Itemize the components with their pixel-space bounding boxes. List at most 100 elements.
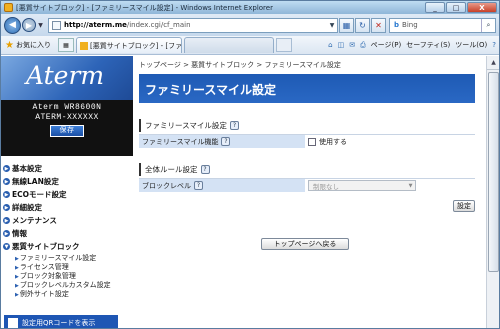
- tab-blank[interactable]: [183, 37, 274, 53]
- home-icon[interactable]: ⌂: [328, 41, 332, 49]
- sidebar-item-label: メンテナンス: [12, 216, 57, 225]
- safety-menu[interactable]: セーフティ(S): [406, 40, 450, 50]
- sidebar-item-label: 情報: [12, 229, 27, 238]
- tools-menu[interactable]: ツール(O): [455, 40, 487, 50]
- quick-tabs-icon[interactable]: ▦: [57, 38, 74, 52]
- section-title: ファミリースマイル設定 ?: [139, 119, 475, 132]
- search-placeholder: Bing: [402, 21, 418, 29]
- new-tab-button[interactable]: [275, 38, 292, 52]
- help-icon[interactable]: ?: [221, 137, 231, 146]
- help-icon[interactable]: ?: [194, 181, 203, 190]
- qr-icon: [8, 317, 18, 328]
- tab-favicon: [79, 41, 88, 50]
- sidebar-item-maintenance[interactable]: ▶ メンテナンス: [3, 214, 133, 227]
- minimize-button[interactable]: _: [425, 2, 445, 13]
- favorites-bar: ★ お気に入り ▦ [悪質サイトブロック] - [ファミリース... ⌂ ◫ ✉…: [1, 36, 499, 55]
- favorites-button[interactable]: お気に入り: [16, 40, 51, 50]
- use-checkbox[interactable]: [308, 137, 316, 146]
- title-bar: [悪質サイトブロック] - [ファミリースマイル設定] - Windows In…: [1, 1, 499, 14]
- section-title: 全体ルール設定 ?: [139, 163, 475, 176]
- submenu-label: ブロックレベルカスタム設定: [19, 281, 111, 289]
- row-label: ブロックレベル ?: [139, 179, 305, 192]
- submenu-label: 例外サイト設定: [19, 290, 69, 298]
- block-level-select[interactable]: 制限なし ▼: [308, 180, 416, 191]
- submenu-item-license[interactable]: ▶ライセンス管理: [3, 262, 133, 271]
- stop-button[interactable]: ✕: [371, 17, 386, 33]
- vertical-scrollbar[interactable]: ▲: [486, 56, 499, 328]
- forward-button[interactable]: ▶: [22, 18, 36, 32]
- section-title-text: ファミリースマイル設定: [145, 121, 227, 130]
- maximize-button[interactable]: □: [446, 2, 466, 13]
- global-rule-section: 全体ルール設定 ? ブロックレベル ? 制限なし ▼ 設定: [139, 163, 475, 212]
- window-title: [悪質サイトブロック] - [ファミリースマイル設定] - Windows In…: [16, 3, 273, 12]
- submenu-item-block-level-custom[interactable]: ▶ブロックレベルカスタム設定: [3, 280, 133, 289]
- scroll-thumb[interactable]: [488, 72, 499, 272]
- compatibility-view-icon[interactable]: ▦: [339, 17, 354, 33]
- sidebar-item-advanced[interactable]: ▶ 詳細設定: [3, 201, 133, 214]
- section-title-text: 全体ルール設定: [145, 165, 198, 174]
- search-input[interactable]: b Bing ⌕: [389, 17, 496, 33]
- bullet-icon: ▶: [15, 292, 19, 298]
- sidebar-menu: ▶ 基本設定 ▶ 無線LAN設定 ▶ ECOモード設定 ▶ 詳細設定 ▶ メンテナンス ▶…: [1, 162, 133, 298]
- page-content: Aterm Aterm WR8600N ATERM-XXXXXX 保存 ▶ 基本設…: [1, 56, 486, 328]
- submenu-label: ファミリースマイル設定: [19, 254, 97, 262]
- arrow-icon: ▶: [3, 204, 10, 211]
- feeds-icon[interactable]: ◫: [338, 41, 345, 49]
- page-title: ファミリースマイル設定: [139, 74, 475, 103]
- arrow-icon: ▶: [3, 230, 10, 237]
- browser-window: [悪質サイトブロック] - [ファミリースマイル設定] - Windows In…: [0, 0, 500, 329]
- arrow-down-icon: ▼: [3, 243, 10, 250]
- help-icon[interactable]: ?: [492, 41, 496, 49]
- submenu-item-family-smile[interactable]: ▶ファミリースマイル設定: [3, 253, 133, 262]
- arrow-icon: ▶: [3, 217, 10, 224]
- submenu-item-exception-sites[interactable]: ▶例外サイト設定: [3, 289, 133, 298]
- address-dropdown-icon[interactable]: ▼: [327, 22, 337, 29]
- page-menu[interactable]: ページ(P): [371, 40, 402, 50]
- mail-icon[interactable]: ✉: [349, 41, 355, 49]
- close-button[interactable]: X: [467, 2, 497, 13]
- address-field[interactable]: http://aterm.me /index.cgi/cf_main ▼: [48, 17, 338, 33]
- save-button[interactable]: 保存: [50, 125, 84, 137]
- checkbox-label: 使用する: [319, 137, 347, 146]
- sidebar-item-eco[interactable]: ▶ ECOモード設定: [3, 188, 133, 201]
- address-toolbar: ◀ ▶ ▼ http://aterm.me /index.cgi/cf_main…: [1, 14, 499, 36]
- sidebar-item-info[interactable]: ▶ 情報: [3, 227, 133, 240]
- url-host: http://aterm.me: [64, 21, 127, 29]
- tab-active[interactable]: [悪質サイトブロック] - [ファミリース...: [75, 37, 182, 53]
- device-id: ATERM-XXXXXX: [35, 113, 99, 122]
- submenu-label: ブロック対象管理: [19, 272, 76, 280]
- family-smile-section: ファミリースマイル設定 ? ファミリースマイル機能 ? 使用する: [139, 119, 475, 148]
- bing-icon: b: [394, 21, 400, 29]
- submenu-label: ライセンス管理: [19, 263, 69, 271]
- favorites-star-icon[interactable]: ★: [5, 40, 14, 51]
- arrow-icon: ▶: [3, 165, 10, 172]
- print-icon[interactable]: ⎙: [360, 41, 366, 50]
- apply-button[interactable]: 設定: [453, 200, 475, 212]
- help-icon[interactable]: ?: [229, 121, 239, 130]
- aterm-logo: Aterm: [1, 56, 133, 100]
- refresh-button[interactable]: ↻: [355, 17, 370, 33]
- qr-button-label: 設定用QRコードを表示: [22, 318, 96, 327]
- search-icon[interactable]: ⌕: [481, 18, 495, 32]
- block-level-row: ブロックレベル ? 制限なし ▼: [139, 178, 475, 192]
- sidebar-item-basic[interactable]: ▶ 基本設定: [3, 162, 133, 175]
- sidebar-item-label: ECOモード設定: [12, 190, 67, 199]
- sidebar-item-label: 無線LAN設定: [12, 177, 59, 186]
- back-button[interactable]: ◀: [4, 16, 21, 34]
- arrow-icon: ▶: [3, 191, 10, 198]
- row-label: ファミリースマイル機能 ?: [139, 135, 305, 148]
- back-to-top-button[interactable]: トップページへ戻る: [261, 238, 349, 250]
- url-path: /index.cgi/cf_main: [126, 21, 191, 29]
- row-label-text: ファミリースマイル機能: [142, 137, 219, 146]
- scroll-up-icon[interactable]: ▲: [487, 56, 499, 70]
- sidebar: Aterm Aterm WR8600N ATERM-XXXXXX 保存 ▶ 基本設…: [1, 56, 133, 328]
- row-value: 制限なし ▼: [305, 179, 475, 192]
- sidebar-item-wireless[interactable]: ▶ 無線LAN設定: [3, 175, 133, 188]
- help-icon[interactable]: ?: [200, 165, 210, 174]
- model-name: Aterm WR8600N: [32, 103, 102, 112]
- submenu-item-block-targets[interactable]: ▶ブロック対象管理: [3, 271, 133, 280]
- sidebar-item-site-block[interactable]: ▼ 悪質サイトブロック: [3, 240, 133, 253]
- qr-code-button[interactable]: 設定用QRコードを表示: [4, 315, 118, 328]
- tab-label: [悪質サイトブロック] - [ファミリース...: [89, 41, 182, 50]
- history-dropdown-icon[interactable]: ▼: [36, 22, 45, 29]
